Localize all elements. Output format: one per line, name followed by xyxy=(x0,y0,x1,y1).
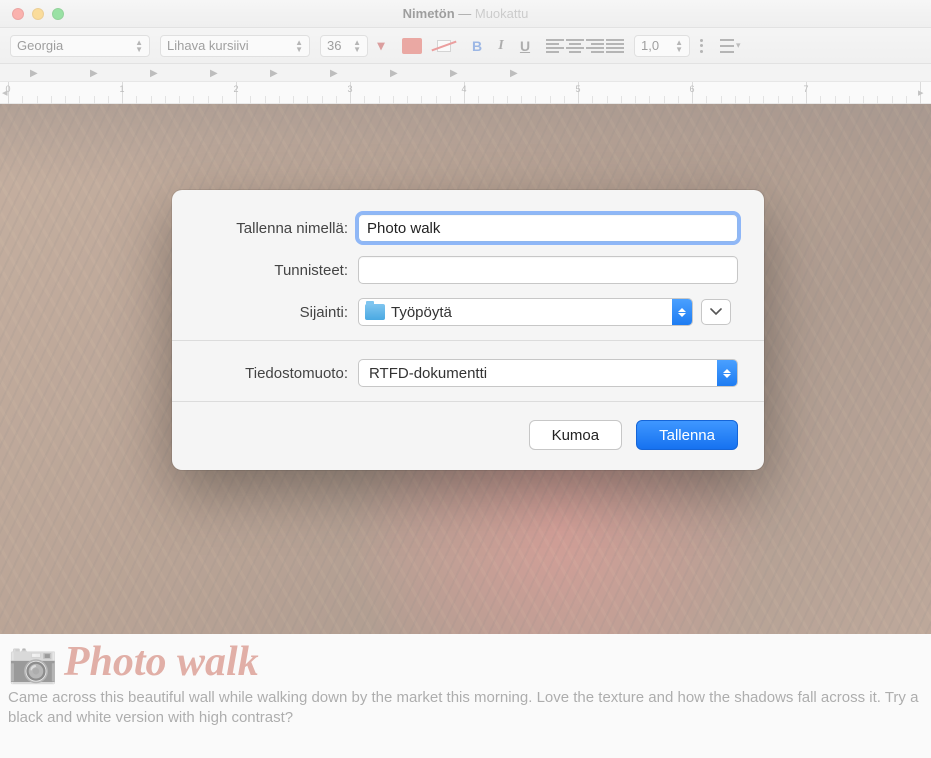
tags-label: Tunnisteet: xyxy=(198,262,358,279)
expand-button[interactable] xyxy=(701,299,731,325)
where-value: Työpöytä xyxy=(391,304,452,321)
file-format-select[interactable]: RTFD-dokumentti xyxy=(358,359,738,387)
divider xyxy=(172,340,764,341)
save-dialog: Tallenna nimellä: Tunnisteet: Sijainti: … xyxy=(172,190,764,470)
cancel-button[interactable]: Kumoa xyxy=(529,420,623,450)
where-select[interactable]: Työpöytä xyxy=(358,298,693,326)
chevron-down-icon xyxy=(710,308,722,316)
save-as-label: Tallenna nimellä: xyxy=(198,220,358,237)
divider xyxy=(172,401,764,402)
save-as-input[interactable] xyxy=(358,214,738,242)
file-format-value: RTFD-dokumentti xyxy=(369,365,487,382)
updown-icon xyxy=(672,299,692,325)
updown-icon xyxy=(717,360,737,386)
where-label: Sijainti: xyxy=(198,304,358,321)
file-format-label: Tiedostomuoto: xyxy=(198,365,358,382)
save-button[interactable]: Tallenna xyxy=(636,420,738,450)
folder-icon xyxy=(365,304,385,320)
tags-input[interactable] xyxy=(358,256,738,284)
